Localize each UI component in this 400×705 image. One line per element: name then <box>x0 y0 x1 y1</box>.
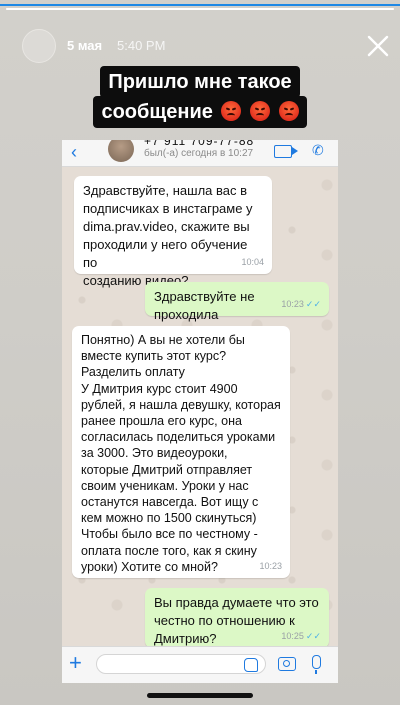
home-indicator[interactable] <box>147 693 253 698</box>
story-progress-bar <box>6 8 394 10</box>
camera-icon[interactable] <box>278 657 296 671</box>
microphone-icon[interactable] <box>312 655 321 674</box>
story-time: 5:40 PM <box>117 38 166 53</box>
story-date: 5 мая <box>67 38 103 53</box>
caption-text-2: сообщение <box>101 101 213 123</box>
message-bubble-incoming: Понятно) А вы не хотели бы вместе купить… <box>72 326 290 578</box>
angry-face-emoji-icon <box>249 101 270 121</box>
angry-face-emoji-icon <box>221 101 242 121</box>
chat-header: ‹ +7 911 709-77-88 был(-а) сегодня в 10:… <box>62 140 338 167</box>
phone-call-icon[interactable]: ✆ <box>312 142 324 159</box>
story-progress-fill <box>6 8 394 10</box>
message-meta: 10:25 ✓✓ <box>281 627 321 645</box>
message-time: 10:23 <box>259 561 282 571</box>
contact-status: был(-а) сегодня в 10:27 <box>144 148 254 159</box>
caption-line-2: сообщение <box>93 96 307 128</box>
read-ticks-icon: ✓✓ <box>305 631 321 641</box>
message-bubble-outgoing: Здравствуйте не проходила 10:23 ✓✓ <box>145 282 329 322</box>
top-accent-bar <box>0 4 400 6</box>
message-time: 10:25 <box>281 631 304 641</box>
whatsapp-screenshot: ‹ +7 911 709-77-88 был(-а) сегодня в 10:… <box>62 140 338 680</box>
message-time: 10:23 <box>281 299 304 309</box>
angry-face-emoji-icon <box>278 101 299 121</box>
message-text: Понятно) А вы не хотели бы вместе купить… <box>81 333 281 574</box>
caption-text-1: Пришло мне такое <box>108 71 292 93</box>
message-text: Здравствуйте, нашла вас в подписчиках в … <box>83 183 253 288</box>
message-input[interactable] <box>96 654 266 674</box>
read-ticks-icon: ✓✓ <box>305 299 321 309</box>
caption-line-1: Пришло мне такое <box>100 66 300 98</box>
back-chevron-icon[interactable]: ‹ <box>71 143 77 161</box>
message-composer: + <box>62 646 338 683</box>
message-bubble-outgoing: Вы правда думаете что это честно по отно… <box>145 588 329 648</box>
close-button[interactable] <box>363 31 393 61</box>
contact-avatar[interactable] <box>108 140 134 162</box>
message-bubble-incoming: Здравствуйте, нашла вас в подписчиках в … <box>74 176 272 288</box>
plus-icon[interactable]: + <box>69 651 82 675</box>
message-meta: 10:23 ✓✓ <box>281 295 321 313</box>
message-time: 10:04 <box>241 257 264 267</box>
story-header: 5 мая 5:40 PM <box>0 26 400 66</box>
video-call-icon[interactable] <box>274 145 298 158</box>
story-caption: Пришло мне такое сообщение <box>0 66 400 128</box>
contact-number: +7 911 709-77-88 <box>144 140 255 148</box>
sticker-icon[interactable] <box>244 658 258 672</box>
avatar[interactable] <box>22 29 56 63</box>
close-icon <box>367 35 389 57</box>
